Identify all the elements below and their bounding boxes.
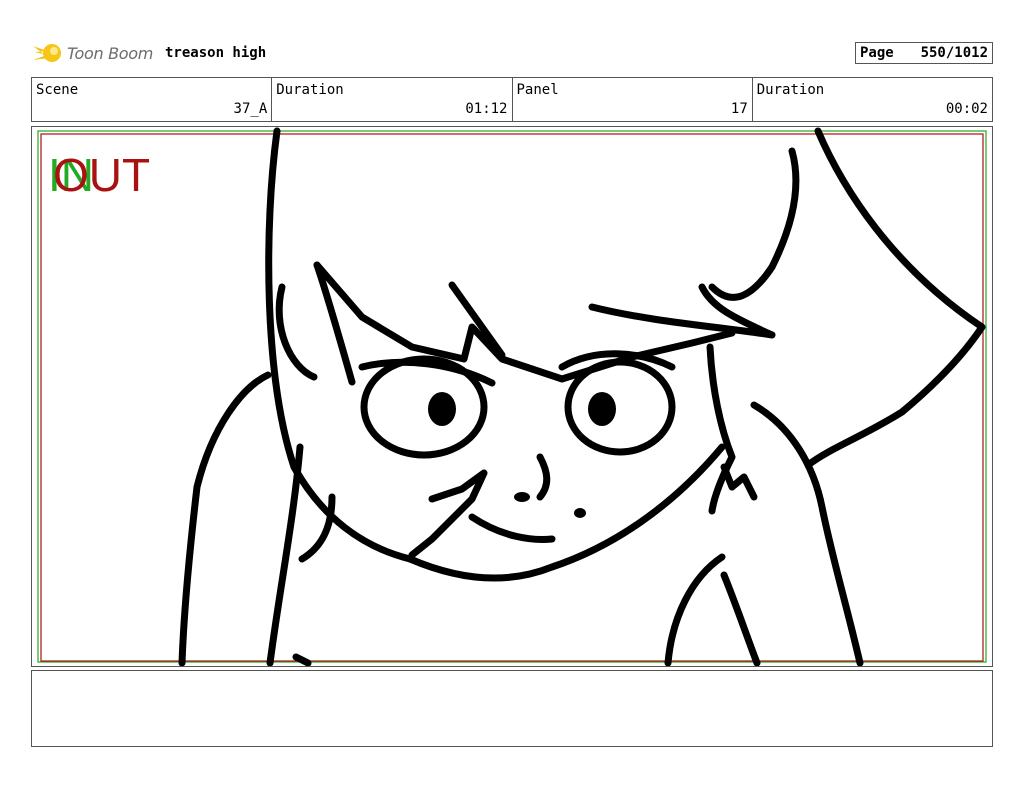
right-pupil (588, 392, 616, 426)
hair-strand (448, 281, 506, 359)
storyboard-header: Toon Boom treason high Page 550/1012 (31, 38, 993, 68)
right-eye (564, 358, 676, 456)
hair-flow (804, 127, 986, 469)
hair-strand (275, 283, 318, 381)
left-pupil (428, 392, 456, 426)
panel-info-row: Scene 37_A Duration 01:12 Panel 17 Durat… (31, 77, 993, 122)
nose (536, 453, 551, 501)
brand-name: Toon Boom (67, 43, 154, 63)
panel-duration-cell: Duration 00:02 (753, 78, 992, 121)
page-number: 550/1012 (920, 45, 988, 61)
hair-end (720, 463, 758, 501)
right-arm-detail (720, 571, 761, 666)
left-arm-detail (298, 493, 336, 563)
project-title: treason high (165, 45, 267, 61)
scene-cell: Scene 37_A (32, 78, 273, 121)
nostril (514, 492, 530, 502)
panel-label: Panel (516, 82, 559, 98)
comet-icon (33, 44, 61, 62)
toon-boom-logo: Toon Boom (31, 38, 153, 68)
panel-drawing: IN OUT (37, 127, 987, 666)
panel-value: 17 (730, 101, 748, 117)
beauty-mark (574, 508, 586, 518)
storyboard-panel: IN OUT (31, 126, 993, 667)
mouth (468, 513, 556, 543)
character-sketch (178, 127, 986, 666)
scene-duration-cell: Duration 01:12 (272, 78, 513, 121)
panel-cell: Panel 17 (513, 78, 753, 121)
left-arm (266, 443, 304, 666)
left-shoulder (178, 371, 272, 666)
out-marker: OUT (53, 149, 150, 201)
scene-duration-label: Duration (276, 82, 344, 98)
scene-label: Scene (36, 82, 79, 98)
hair-flow (708, 147, 800, 301)
panel-duration-label: Duration (756, 82, 825, 98)
panel-duration-value: 00:02 (945, 101, 988, 117)
page-label: Page (860, 45, 894, 61)
scene-value: 37_A (233, 101, 268, 117)
right-arm (664, 553, 726, 666)
title-safe-frame (37, 130, 987, 663)
panel-notes (31, 670, 993, 747)
scene-duration-value: 01:12 (465, 101, 508, 117)
page-indicator: Page 550/1012 (855, 42, 993, 64)
